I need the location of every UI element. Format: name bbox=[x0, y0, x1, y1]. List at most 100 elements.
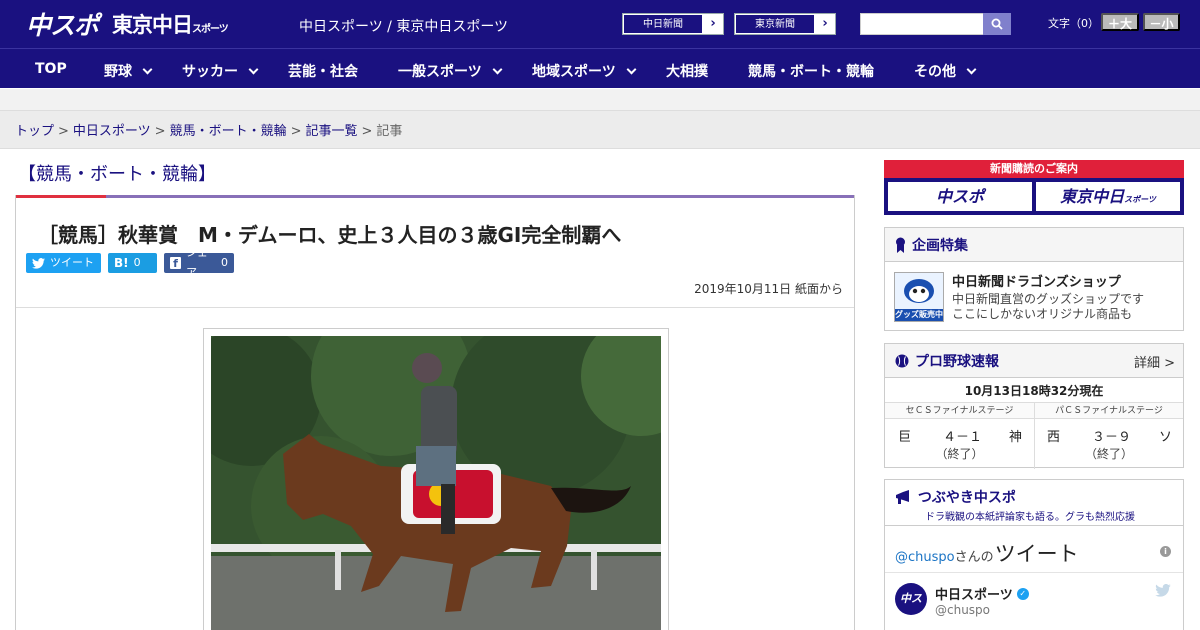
breadcrumb-link-article-list[interactable]: 記事一覧 bbox=[306, 124, 358, 139]
search-icon bbox=[991, 18, 1003, 30]
breadcrumb-current: 記事 bbox=[376, 124, 403, 139]
subscription-tokyo-small: スポーツ bbox=[1124, 195, 1156, 204]
game-teams: 西 ３－９ ソ bbox=[1035, 419, 1183, 445]
hatena-bookmark-button[interactable]: B! 0 bbox=[108, 253, 157, 273]
shop-badge: グッズ販売中 bbox=[895, 310, 943, 319]
chevron-right-icon: › bbox=[710, 16, 716, 31]
game-pacific[interactable]: パＣＳファイナルステージ 西 ３－９ ソ （終了） bbox=[1034, 403, 1183, 469]
nav-label: 地域スポーツ bbox=[532, 64, 616, 80]
font-larger-button[interactable]: ＋大 bbox=[1101, 13, 1139, 31]
article-photo[interactable] bbox=[211, 336, 661, 630]
hatena-bookmark-icon: B! bbox=[114, 256, 129, 270]
chevron-right-icon: › bbox=[822, 16, 828, 31]
tweet-button[interactable]: ツイート bbox=[26, 253, 101, 273]
avatar[interactable]: 中スポ bbox=[895, 583, 927, 630]
game-score: ３－９ bbox=[1092, 430, 1132, 445]
breadcrumb-link-top[interactable]: トップ bbox=[15, 124, 54, 139]
nav-item-regional-sports[interactable]: 地域スポーツ bbox=[532, 61, 637, 81]
score-timestamp: 10月13日18時32分現在 bbox=[964, 384, 1104, 398]
breadcrumb-link-chunichi-sports[interactable]: 中日スポーツ bbox=[73, 124, 151, 139]
subscription-banner[interactable]: 新聞購読のご案内 中スポ 東京中日スポーツ bbox=[884, 160, 1184, 215]
megaphone-icon bbox=[896, 490, 909, 504]
subscription-title: 新聞購読のご案内 bbox=[884, 160, 1184, 178]
game-stage: セＣＳファイナルステージ bbox=[885, 403, 1034, 419]
tweet-account-handle[interactable]: @chuspo bbox=[935, 603, 990, 617]
font-size-label: 文字（0） bbox=[1048, 17, 1099, 30]
search-input[interactable] bbox=[860, 13, 984, 35]
game-central[interactable]: セＣＳファイナルステージ 巨 ４－１ 神 （終了） bbox=[885, 403, 1034, 469]
tokyo-logo-small: スポーツ bbox=[192, 24, 229, 35]
tokyo-shimbun-label: 東京新聞 bbox=[735, 14, 815, 34]
game-status: （終了） bbox=[935, 447, 984, 461]
nav-label: TOP bbox=[35, 61, 67, 77]
dragons-shop-image[interactable]: グッズ販売中 bbox=[894, 272, 944, 322]
tweets-handle-link[interactable]: @chuspo bbox=[895, 550, 955, 565]
baseball-title: プロ野球速報 bbox=[915, 353, 999, 370]
twitter-bird-icon[interactable] bbox=[1155, 584, 1171, 597]
verified-icon: ✓ bbox=[1016, 587, 1029, 600]
game-score: ４－１ bbox=[943, 430, 983, 445]
nav-label: 大相撲 bbox=[666, 64, 708, 80]
nav-label: 野球 bbox=[104, 64, 132, 80]
baseball-details-link[interactable]: 詳細 > bbox=[1134, 352, 1175, 371]
chevron-down-icon bbox=[142, 64, 153, 74]
ribbon-icon bbox=[896, 237, 905, 253]
game-stage: パＣＳファイナルステージ bbox=[1035, 403, 1183, 419]
nav-item-racing[interactable]: 競馬・ボート・競輪 bbox=[748, 61, 874, 81]
article-divider bbox=[16, 307, 854, 308]
nav-item-other[interactable]: その他 bbox=[914, 61, 977, 81]
nav-item-sumo[interactable]: 大相撲 bbox=[666, 61, 708, 81]
san-no-label: さんの bbox=[954, 550, 994, 565]
site-header: 中スポ 東京中日スポーツ 中日スポーツ / 東京中日スポーツ 中日新聞 › 東京… bbox=[0, 0, 1200, 48]
hatena-count: 0 bbox=[133, 256, 141, 269]
breadcrumb-link-racing[interactable]: 競馬・ボート・競輪 bbox=[170, 124, 287, 139]
nav-item-baseball[interactable]: 野球 bbox=[104, 61, 153, 81]
facebook-icon: f bbox=[170, 257, 181, 270]
tweet-separator bbox=[885, 572, 1183, 573]
chevron-down-icon bbox=[248, 64, 259, 74]
twitter-subtitle: ドラ戦観の本紙評論家も語る。グラも熱烈応援 bbox=[925, 512, 1135, 523]
breadcrumb-separator: > bbox=[290, 124, 302, 139]
nav-label: 一般スポーツ bbox=[398, 64, 482, 80]
article-date: 2019年10月11日 紙面から bbox=[694, 282, 843, 296]
baseball-scores-panel: プロ野球速報 詳細 > 10月13日18時32分現在 セＣＳファイナルステージ … bbox=[884, 343, 1184, 469]
twitter-panel: つぶやき中スポ ドラ戦観の本紙評論家も語る。グラも熱烈応援 @chuspoさんの… bbox=[884, 479, 1184, 630]
subscription-chuspo[interactable]: 中スポ bbox=[888, 182, 1032, 211]
search-button[interactable] bbox=[983, 13, 1011, 35]
subscription-tokyo-chunichi[interactable]: 東京中日スポーツ bbox=[1036, 182, 1180, 211]
account-name-text: 中日スポーツ bbox=[935, 588, 1013, 603]
tweet-label: ツイート bbox=[50, 256, 94, 269]
nav-item-soccer[interactable]: サッカー bbox=[182, 61, 259, 81]
site-name: 中日スポーツ / 東京中日スポーツ bbox=[299, 19, 509, 35]
chevron-down-icon bbox=[966, 64, 977, 74]
twitter-bird-icon bbox=[32, 257, 45, 269]
tweet-account-name[interactable]: 中日スポーツ ✓ bbox=[935, 584, 1029, 603]
nav-label: 芸能・社会 bbox=[288, 64, 358, 80]
nav-item-entertainment[interactable]: 芸能・社会 bbox=[288, 61, 358, 81]
subscription-tokyo-text: 東京中日 bbox=[1060, 187, 1125, 206]
chevron-down-icon bbox=[492, 64, 503, 74]
baseball-panel-header: プロ野球速報 詳細 > bbox=[885, 344, 1183, 378]
facebook-share-button[interactable]: f シェア 0 bbox=[164, 246, 234, 279]
score-grid: セＣＳファイナルステージ 巨 ４－１ 神 （終了） パＣＳファイナルステージ 西… bbox=[885, 402, 1183, 469]
main-nav: TOP 野球 サッカー 芸能・社会 一般スポーツ 地域スポーツ 大相撲 競馬・ボ… bbox=[0, 48, 1200, 88]
article-accent-bar bbox=[16, 195, 854, 198]
dragons-shop-link[interactable]: 中日新聞ドラゴンズショップ bbox=[952, 271, 1121, 290]
article-card: ［競馬］秋華賞 M・デムーロ、史上３人目の３歳GI完全制覇へ ツイート B! 0… bbox=[15, 195, 855, 630]
breadcrumb-separator: > bbox=[58, 124, 69, 139]
article-headline: ［競馬］秋華賞 M・デムーロ、史上３人目の３歳GI完全制覇へ bbox=[38, 223, 622, 247]
feature-panel-header: 企画特集 bbox=[885, 228, 1183, 262]
nav-item-general-sports[interactable]: 一般スポーツ bbox=[398, 61, 503, 81]
category-title: 【競馬・ボート・競輪】 bbox=[18, 164, 216, 185]
feature-title: 企画特集 bbox=[912, 237, 968, 254]
font-smaller-button[interactable]: －小 bbox=[1143, 13, 1180, 31]
tokyo-shimbun-button[interactable]: 東京新聞 › bbox=[734, 13, 836, 35]
info-icon[interactable]: i bbox=[1160, 546, 1171, 557]
tokyo-chunichi-logo[interactable]: 東京中日スポーツ bbox=[112, 9, 229, 39]
away-team: ソ bbox=[1159, 430, 1173, 445]
nav-item-top[interactable]: TOP bbox=[35, 61, 67, 77]
dragons-shop-description: 中日新聞直営のグッズショップです ここにしかないオリジナル商品も bbox=[952, 292, 1144, 322]
chuspo-logo[interactable]: 中スポ bbox=[26, 6, 99, 42]
chunichi-shimbun-label: 中日新聞 bbox=[623, 14, 703, 34]
chunichi-shimbun-button[interactable]: 中日新聞 › bbox=[622, 13, 724, 35]
